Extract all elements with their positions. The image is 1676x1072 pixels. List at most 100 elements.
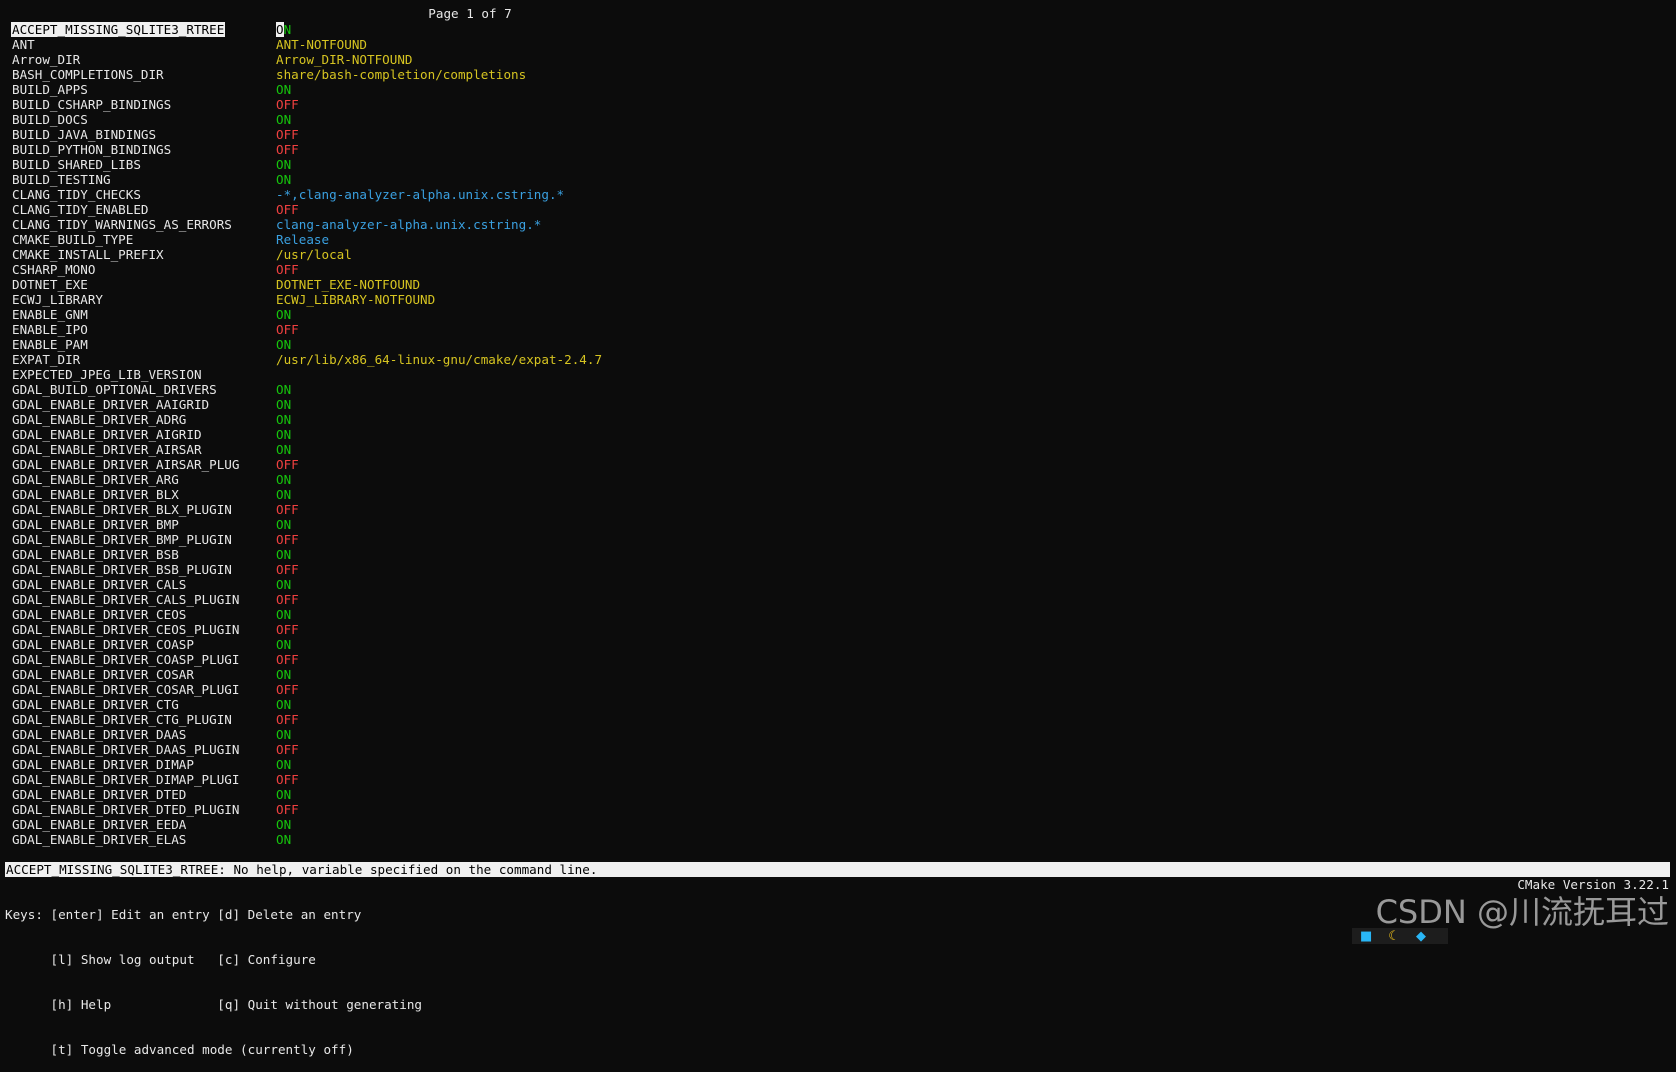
entry-value[interactable]: ON (276, 817, 291, 832)
cache-entry-row[interactable]: GDAL_ENABLE_DRIVER_BMP_PLUGIN OFF (0, 532, 1676, 547)
entry-value[interactable]: ON (276, 637, 291, 652)
entry-value[interactable]: ON (276, 517, 291, 532)
entry-value[interactable]: ON (276, 487, 291, 502)
cache-entry-row[interactable]: GDAL_ENABLE_DRIVER_BLX_PLUGIN OFF (0, 502, 1676, 517)
cache-entry-row[interactable]: BUILD_APPS ON (0, 82, 1676, 97)
tray-app-icon[interactable]: ◆ (1416, 929, 1426, 944)
entry-value[interactable]: ON (276, 397, 291, 412)
cache-entry-row[interactable]: CMAKE_INSTALL_PREFIX/usr/local (0, 247, 1676, 262)
entry-value[interactable]: OFF (276, 127, 299, 142)
entry-value[interactable]: OFF (276, 262, 299, 277)
cache-entry-row[interactable]: BUILD_DOCS ON (0, 112, 1676, 127)
cache-entry-row[interactable]: GDAL_ENABLE_DRIVER_DTED ON (0, 787, 1676, 802)
entry-value[interactable]: ON (276, 442, 291, 457)
cache-entry-row[interactable]: GDAL_ENABLE_DRIVER_COASP_PLUGI OFF (0, 652, 1676, 667)
entry-value[interactable]: ON (276, 337, 291, 352)
entry-value[interactable]: ON (276, 757, 291, 772)
entry-value[interactable]: OFF (276, 802, 299, 817)
cache-entry-row[interactable]: GDAL_ENABLE_DRIVER_CTG_PLUGIN OFF (0, 712, 1676, 727)
cache-entry-row[interactable]: ENABLE_IPO OFF (0, 322, 1676, 337)
cache-entry-row[interactable]: CSHARP_MONO OFF (0, 262, 1676, 277)
entry-value[interactable]: ON (276, 157, 291, 172)
cache-entry-row[interactable]: BUILD_CSHARP_BINDINGS OFF (0, 97, 1676, 112)
entry-value[interactable]: ON (276, 547, 291, 562)
cache-entry-row[interactable]: GDAL_ENABLE_DRIVER_BSB ON (0, 547, 1676, 562)
cache-entry-row[interactable]: CLANG_TIDY_CHECKS -*,clang-analyzer-alpha… (0, 187, 1676, 202)
cache-entry-row[interactable]: ANT ANT-NOTFOUND (0, 37, 1676, 52)
cache-entry-row[interactable]: GDAL_ENABLE_DRIVER_CALS ON (0, 577, 1676, 592)
cache-entry-row[interactable]: GDAL_ENABLE_DRIVER_CEOS_PLUGIN OFF (0, 622, 1676, 637)
entry-value[interactable]: OFF (276, 592, 299, 607)
cache-entry-row[interactable]: CMAKE_BUILD_TYPE Release (0, 232, 1676, 247)
entry-value[interactable]: OFF (276, 622, 299, 637)
entry-value[interactable]: OFF (276, 772, 299, 787)
entry-value[interactable]: OFF (276, 532, 299, 547)
cache-entry-row[interactable]: BASH_COMPLETIONS_DIR share/bash-completio… (0, 67, 1676, 82)
entry-value[interactable]: OFF (276, 97, 299, 112)
cache-entry-row[interactable]: GDAL_ENABLE_DRIVER_ARG ON (0, 472, 1676, 487)
cache-entry-row[interactable]: GDAL_ENABLE_DRIVER_ELAS ON (0, 832, 1676, 847)
cache-entry-row[interactable]: BUILD_PYTHON_BINDINGS OFF (0, 142, 1676, 157)
entry-value[interactable]: share/bash-completion/completions (276, 67, 526, 82)
cache-entry-row[interactable]: GDAL_ENABLE_DRIVER_AIRSAR_PLUG OFF (0, 457, 1676, 472)
entry-value[interactable]: ON (276, 427, 291, 442)
cache-entry-row[interactable]: ENABLE_PAM ON (0, 337, 1676, 352)
cache-entry-row[interactable]: GDAL_ENABLE_DRIVER_BLX ON (0, 487, 1676, 502)
entry-value[interactable]: Release (276, 232, 329, 247)
cache-entry-row[interactable]: ENABLE_GNM ON (0, 307, 1676, 322)
cache-entry-row[interactable]: GDAL_ENABLE_DRIVER_CEOS ON (0, 607, 1676, 622)
cache-entry-row[interactable]: GDAL_ENABLE_DRIVER_DAAS ON (0, 727, 1676, 742)
cache-entry-row[interactable]: GDAL_ENABLE_DRIVER_AAIGRID ON (0, 397, 1676, 412)
entry-value[interactable]: OFF (276, 202, 299, 217)
entry-value[interactable]: ON (276, 832, 291, 847)
entry-value[interactable]: ON (276, 82, 291, 97)
cache-entry-row[interactable]: GDAL_BUILD_OPTIONAL_DRIVERS ON (0, 382, 1676, 397)
cache-entry-row[interactable]: ACCEPT_MISSING_SQLITE3_RTREE ON (0, 22, 1676, 37)
cache-entry-row[interactable]: CLANG_TIDY_WARNINGS_AS_ERRORS clang-analy… (0, 217, 1676, 232)
cache-entry-row[interactable]: GDAL_ENABLE_DRIVER_AIGRID ON (0, 427, 1676, 442)
entry-value[interactable]: OFF (276, 502, 299, 517)
entry-value[interactable]: DOTNET_EXE-NOTFOUND (276, 277, 420, 292)
cache-entry-row[interactable]: GDAL_ENABLE_DRIVER_COSAR ON (0, 667, 1676, 682)
cache-entry-row[interactable]: GDAL_ENABLE_DRIVER_AIRSAR ON (0, 442, 1676, 457)
entry-value[interactable]: OFF (276, 562, 299, 577)
cache-entry-row[interactable]: GDAL_ENABLE_DRIVER_COASP ON (0, 637, 1676, 652)
cache-entry-row[interactable]: GDAL_ENABLE_DRIVER_CTG ON (0, 697, 1676, 712)
entry-value[interactable]: ON (276, 697, 291, 712)
entry-value[interactable]: clang-analyzer-alpha.unix.cstring.* (276, 217, 541, 232)
entry-value[interactable]: /usr/lib/x86_64-linux-gnu/cmake/expat-2.… (276, 352, 602, 367)
entry-value[interactable]: ON (276, 307, 291, 322)
cache-entry-row[interactable]: EXPECTED_JPEG_LIB_VERSION (0, 367, 1676, 382)
cache-entry-row[interactable]: CLANG_TIDY_ENABLED OFF (0, 202, 1676, 217)
entry-value[interactable]: ECWJ_LIBRARY-NOTFOUND (276, 292, 435, 307)
cache-entry-row[interactable]: GDAL_ENABLE_DRIVER_DAAS_PLUGIN OFF (0, 742, 1676, 757)
cache-entry-row[interactable]: BUILD_SHARED_LIBS ON (0, 157, 1676, 172)
entry-value[interactable]: ON (276, 607, 291, 622)
cache-entry-row[interactable]: Arrow_DIR Arrow_DIR-NOTFOUND (0, 52, 1676, 67)
entry-value[interactable]: -*,clang-analyzer-alpha.unix.cstring.* (276, 187, 564, 202)
cache-entry-row[interactable]: GDAL_ENABLE_DRIVER_CALS_PLUGIN OFF (0, 592, 1676, 607)
cache-entry-row[interactable]: GDAL_ENABLE_DRIVER_DIMAP ON (0, 757, 1676, 772)
entry-value[interactable]: OFF (276, 142, 299, 157)
entry-value[interactable]: OFF (276, 682, 299, 697)
cache-entry-row[interactable]: GDAL_ENABLE_DRIVER_DIMAP_PLUGI OFF (0, 772, 1676, 787)
entry-value[interactable]: ON (276, 382, 291, 397)
entry-value[interactable]: OFF (276, 742, 299, 757)
entry-value[interactable]: OFF (276, 457, 299, 472)
cache-entry-row[interactable]: BUILD_JAVA_BINDINGS OFF (0, 127, 1676, 142)
moon-icon[interactable]: ☾ (1388, 929, 1400, 944)
entry-value[interactable]: ON (276, 727, 291, 742)
entry-value[interactable]: ON (276, 22, 291, 37)
entry-value[interactable]: Arrow_DIR-NOTFOUND (276, 52, 412, 67)
cache-entry-row[interactable]: EXPAT_DIR/usr/lib/x86_64-linux-gnu/cmake… (0, 352, 1676, 367)
entry-value[interactable]: OFF (276, 322, 299, 337)
entry-value[interactable]: ON (276, 172, 291, 187)
entry-value[interactable]: OFF (276, 652, 299, 667)
cache-entry-row[interactable]: GDAL_ENABLE_DRIVER_DTED_PLUGIN OFF (0, 802, 1676, 817)
entry-value[interactable]: OFF (276, 712, 299, 727)
cache-entry-row[interactable]: DOTNET_EXE DOTNET_EXE-NOTFOUND (0, 277, 1676, 292)
entry-value[interactable]: ON (276, 787, 291, 802)
entry-value[interactable]: ON (276, 577, 291, 592)
entry-value[interactable]: ON (276, 472, 291, 487)
entry-value[interactable]: ON (276, 412, 291, 427)
